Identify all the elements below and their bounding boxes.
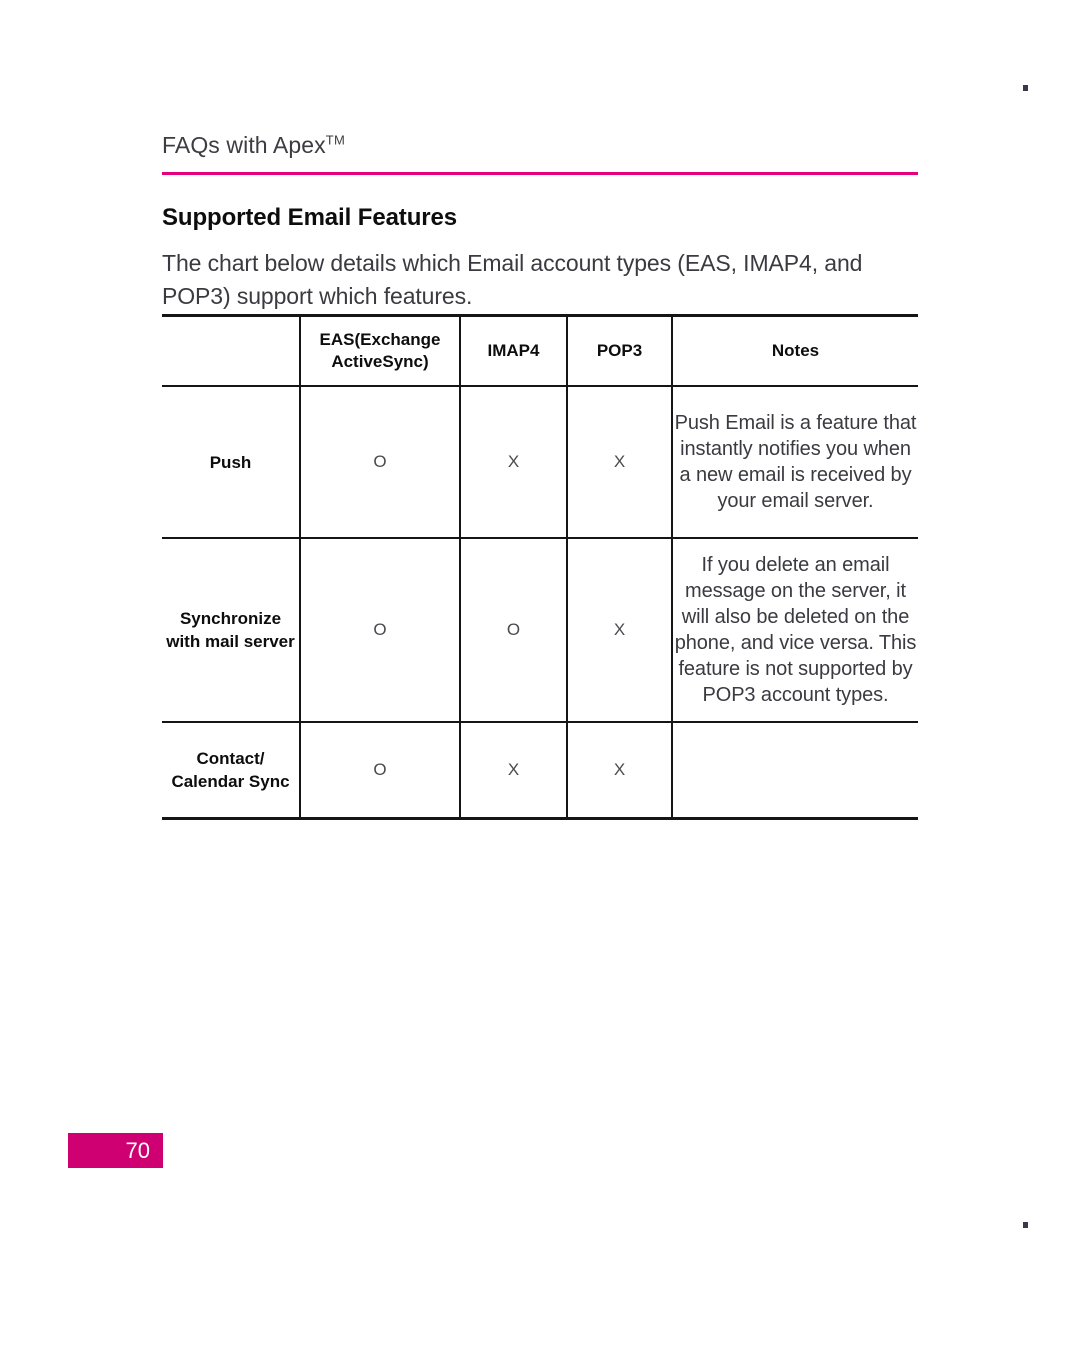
trademark-superscript: TM (325, 132, 346, 148)
table-header: EAS(Exchange ActiveSync) IMAP4 POP3 Note… (162, 315, 918, 387)
cell-feature-name: Synchronize with mail server (166, 609, 295, 651)
page-number-label: 70 (125, 1137, 150, 1163)
cell-notes: Push Email is a feature that instantly n… (671, 386, 918, 538)
cell-imap4-support: O (459, 538, 567, 722)
cell-eas-support: O (299, 722, 460, 819)
intro-paragraph: The chart below details which Email acco… (162, 250, 863, 309)
cell-feature-name: Push (209, 452, 252, 472)
table-row: Push O X X Push Email is a feature that … (162, 386, 918, 538)
cell-pop3-support: X (566, 722, 672, 819)
registration-mark-icon (1023, 85, 1028, 91)
registration-mark-icon (1023, 1222, 1028, 1228)
column-header-feature (162, 316, 300, 387)
cell-pop3-support: X (566, 538, 672, 722)
table-header-row: EAS(Exchange ActiveSync) IMAP4 POP3 Note… (162, 315, 918, 387)
cell-feature-name: Contact/ Calendar Sync (171, 749, 290, 791)
column-header-imap4: IMAP4 (459, 315, 567, 386)
cell-pop3-support: X (566, 386, 672, 538)
cell-eas-support: O (299, 538, 460, 722)
cell-notes (671, 722, 918, 819)
page-number-badge: 70 (68, 1133, 163, 1168)
running-header: FAQs with ApexTM (162, 132, 345, 159)
table-body: Push O X X Push Email is a feature that … (162, 386, 918, 819)
column-header-eas: EAS(Exchange ActiveSync) (299, 315, 460, 386)
document-page: FAQs with ApexTM Supported Email Feature… (0, 0, 1080, 1349)
cell-eas-support: O (299, 386, 460, 538)
supported-email-features-table: EAS(Exchange ActiveSync) IMAP4 POP3 Note… (162, 314, 918, 820)
table-row: Contact/ Calendar Sync O X X (162, 722, 918, 819)
header-divider-rule (162, 172, 918, 175)
table-row: Synchronize with mail server O O X If yo… (162, 538, 918, 722)
column-header-pop3: POP3 (566, 315, 672, 386)
running-header-text: FAQs with Apex (162, 132, 326, 158)
column-header-notes: Notes (671, 315, 918, 386)
cell-imap4-support: X (459, 386, 567, 538)
cell-imap4-support: X (459, 722, 567, 819)
cell-notes: If you delete an email message on the se… (671, 538, 918, 722)
page-title: Supported Email Features (162, 204, 457, 232)
